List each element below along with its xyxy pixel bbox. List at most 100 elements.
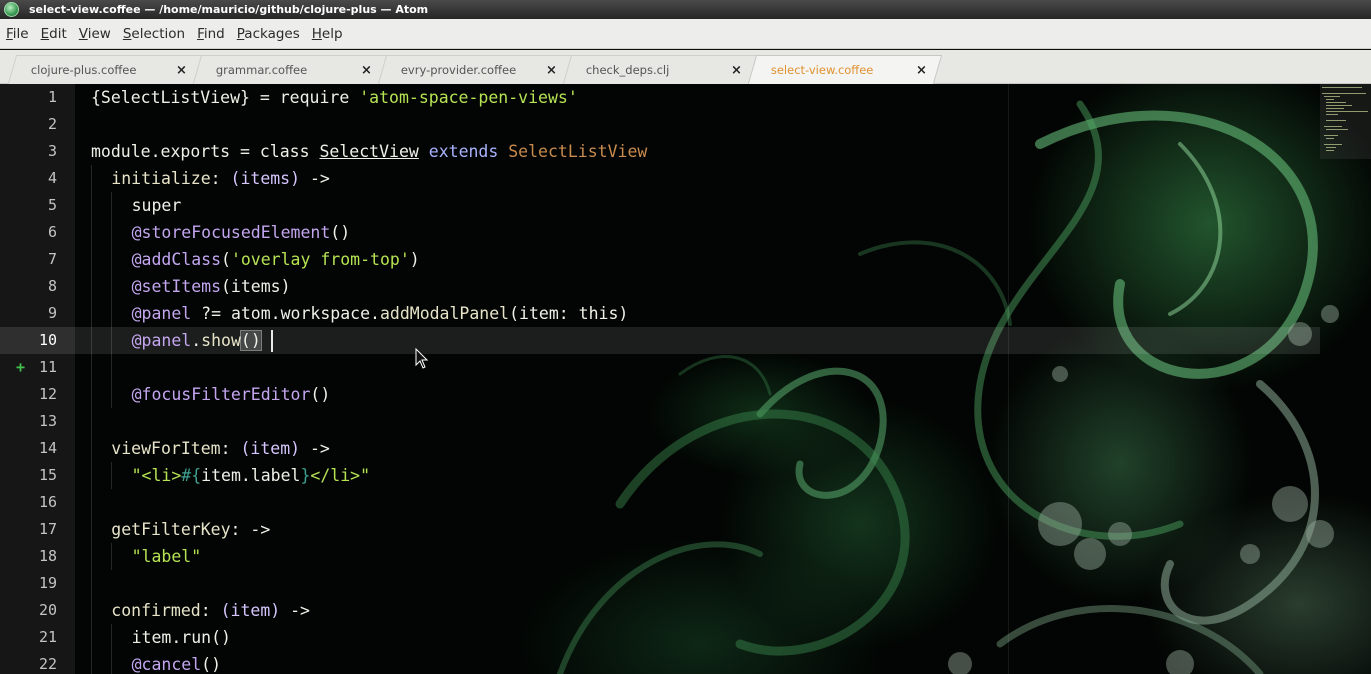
code-line[interactable]: @panel ?= atom.workspace.addModalPanel(i… (132, 300, 629, 327)
indent-guide (91, 489, 92, 516)
tab-check-deps-clj[interactable]: check_deps.clj × (562, 55, 758, 84)
code-line[interactable]: @cancel() (132, 651, 221, 674)
line-number[interactable]: 17 (0, 516, 57, 543)
indent-guide (111, 246, 113, 273)
menu-selection[interactable]: Selection (123, 26, 185, 42)
tab-label: evry-provider.coffee (400, 63, 517, 77)
indent-guide (111, 651, 113, 674)
code-line[interactable]: @addClass('overlay from-top') (132, 246, 420, 273)
code-line[interactable]: "label" (132, 543, 202, 570)
line-number[interactable]: 6 (0, 219, 57, 246)
line-number[interactable]: 15 (0, 462, 57, 489)
code-token: . (191, 331, 202, 350)
tab-select-view-coffee[interactable]: select-view.coffee × (747, 55, 943, 84)
close-icon[interactable]: × (361, 63, 372, 78)
code-line[interactable]: {SelectListView} = require 'atom-space-p… (91, 84, 578, 111)
line-number-gutter[interactable]: + 1 2 3 4 5 6 7 8 9 10 11 12 13 14 15 16 17 18 19 20 21 22 (0, 84, 75, 674)
close-icon[interactable]: × (731, 63, 742, 78)
menu-packages[interactable]: Packages (237, 26, 300, 42)
code-line[interactable]: viewForItem: (item) -> (111, 435, 330, 462)
code-token: confirmed (111, 601, 201, 620)
code-area[interactable]: {SelectListView} = require 'atom-space-p… (75, 84, 1320, 674)
tab-bar: clojure-plus.coffee × grammar.coffee × e… (0, 50, 1371, 84)
code-token: "label" (131, 547, 202, 566)
line-number[interactable]: 13 (0, 408, 57, 435)
line-number[interactable]: 20 (0, 597, 57, 624)
line-number[interactable]: 22 (0, 651, 57, 674)
line-number[interactable]: 4 (0, 165, 57, 192)
close-icon[interactable]: × (546, 63, 557, 78)
indent-guide (91, 300, 92, 327)
indent-guide (111, 354, 113, 381)
menu-help[interactable]: Help (312, 26, 343, 42)
line-number[interactable]: 12 (0, 381, 57, 408)
line-number[interactable]: 19 (0, 570, 57, 597)
line-number[interactable]: 8 (0, 273, 57, 300)
line-number[interactable]: 1 (0, 84, 57, 111)
tab-label: clojure-plus.coffee (30, 63, 137, 77)
code-token: 'overlay from-top' (230, 250, 410, 269)
line-number[interactable]: 18 (0, 543, 57, 570)
code-token: : -> (230, 520, 271, 539)
tab-clojure-plus-coffee[interactable]: clojure-plus.coffee × (7, 55, 203, 84)
menu-view[interactable]: View (79, 26, 111, 42)
code-line[interactable]: @setItems(items) (132, 273, 291, 300)
tab-grammar-coffee[interactable]: grammar.coffee × (192, 55, 388, 84)
indent-guide (91, 570, 92, 597)
code-token: getFilterKey (111, 520, 231, 539)
code-line[interactable]: super (132, 192, 182, 219)
line-number[interactable]: 10 (0, 327, 57, 354)
indent-guide (91, 624, 92, 651)
indent-guide (91, 327, 92, 354)
indent-guide (91, 435, 92, 462)
tab-evry-provider-coffee[interactable]: evry-provider.coffee × (377, 55, 573, 84)
code-line[interactable]: @panel.show() (132, 327, 262, 354)
menu-edit[interactable]: Edit (41, 26, 67, 42)
code-line[interactable]: item.run() (132, 624, 231, 651)
code-token: @focusFilterEditor (131, 385, 311, 404)
indent-guide (91, 246, 92, 273)
code-token: ) (618, 304, 629, 323)
window-titlebar[interactable]: select-view.coffee — /home/mauricio/gith… (0, 0, 1371, 19)
code-token: @panel (131, 304, 192, 323)
code-line[interactable]: @focusFilterEditor() (132, 381, 331, 408)
line-number[interactable]: 21 (0, 624, 57, 651)
code-token: item.run() (131, 628, 231, 647)
code-token: initialize (111, 169, 211, 188)
editor-pane[interactable]: + 1 2 3 4 5 6 7 8 9 10 11 12 13 14 15 16 17 18 19 20 21 22 {S… (0, 84, 1371, 674)
code-token: ?= atom.workspace. (191, 304, 380, 323)
code-line[interactable]: @storeFocusedElement() (132, 219, 351, 246)
line-number[interactable]: 14 (0, 435, 57, 462)
code-token: @setItems (131, 277, 221, 296)
indent-guide (91, 354, 92, 381)
minimap[interactable] (1320, 84, 1371, 159)
menu-file[interactable]: File (6, 26, 29, 42)
close-icon[interactable]: × (176, 63, 187, 78)
indent-guide (91, 381, 92, 408)
code-line[interactable]: module.exports = class SelectView extend… (91, 138, 647, 165)
code-token: extends (428, 142, 499, 161)
atom-app-icon (4, 2, 19, 17)
code-line[interactable]: getFilterKey: -> (111, 516, 270, 543)
indent-guide (111, 192, 113, 219)
line-number[interactable]: 9 (0, 300, 57, 327)
line-number[interactable]: 5 (0, 192, 57, 219)
menu-find[interactable]: Find (197, 26, 225, 42)
text-caret (271, 330, 273, 352)
code-line[interactable]: confirmed: (item) -> (111, 597, 310, 624)
wrap-guide (1008, 84, 1009, 674)
line-number[interactable]: 11 (0, 354, 57, 381)
code-token: (items) (221, 277, 291, 296)
code-line[interactable]: initialize: (items) -> (111, 165, 330, 192)
code-token: () (310, 385, 331, 404)
code-token: -> (300, 169, 330, 188)
line-number[interactable]: 16 (0, 489, 57, 516)
line-number[interactable]: 7 (0, 246, 57, 273)
line-number[interactable]: 2 (0, 111, 57, 138)
close-icon[interactable]: × (916, 63, 927, 78)
code-token: (item: (509, 304, 579, 323)
indent-guide (111, 273, 113, 300)
code-line[interactable]: "<li>#{item.label}</li>" (132, 462, 370, 489)
indent-guide (91, 192, 92, 219)
line-number[interactable]: 3 (0, 138, 57, 165)
